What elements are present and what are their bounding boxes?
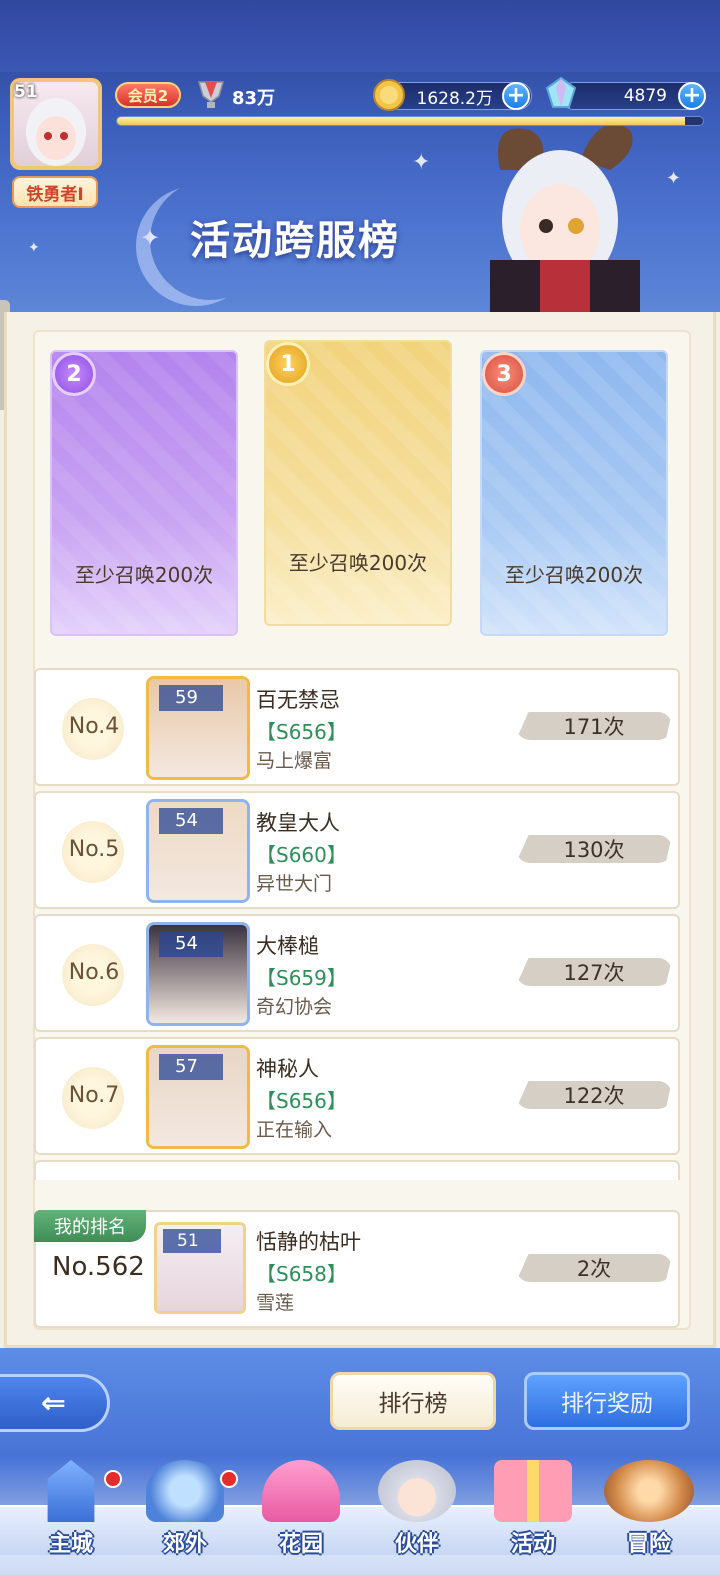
- ranking-row[interactable]: No.7 57 神秘人 【S656】 正在输入 122次: [34, 1037, 680, 1155]
- exp-bar: [116, 116, 704, 126]
- header-banner: ✦ ✦ ✦ ✦ 活动跨服榜: [0, 0, 720, 312]
- nav-adventure[interactable]: 冒险: [594, 1460, 704, 1570]
- nav-label: 伙伴: [394, 1532, 439, 1557]
- add-coins-button[interactable]: +: [502, 82, 530, 110]
- rank-number: No.7: [68, 1083, 120, 1108]
- notification-dot: [104, 1470, 122, 1488]
- ranking-row-partial[interactable]: [34, 1160, 680, 1180]
- rank-medal-icon: 1: [266, 342, 310, 386]
- summon-count: 130次: [516, 835, 672, 863]
- player-level: 57: [159, 1054, 223, 1080]
- podium-requirement: 至少召唤200次: [74, 563, 214, 587]
- player-guild: 奇幻协会: [256, 996, 333, 1018]
- rank-medal-icon: 3: [482, 352, 526, 396]
- partner-icon: [378, 1460, 456, 1522]
- my-level: 51: [163, 1229, 221, 1253]
- ranking-row[interactable]: No.6 54 大棒槌 【S659】 奇幻协会 127次: [34, 914, 680, 1032]
- player-name: 大棒槌: [256, 934, 319, 958]
- coin-icon: [373, 79, 405, 111]
- player-guild: 马上爆富: [256, 750, 333, 772]
- player-server: 【S659】: [256, 966, 347, 990]
- player-portrait[interactable]: 54: [146, 922, 250, 1026]
- player-portrait[interactable]: 54: [146, 799, 250, 903]
- player-name: 百无禁忌: [256, 688, 340, 712]
- nav-partners[interactable]: 伙伴: [362, 1460, 472, 1570]
- heart-icon: [262, 1460, 340, 1522]
- ranking-row[interactable]: No.4 59 百无禁忌 【S656】 马上爆富 171次: [34, 668, 680, 786]
- player-level: 54: [159, 808, 223, 834]
- summon-count: 122次: [516, 1081, 672, 1109]
- my-server: 【S658】: [256, 1262, 347, 1286]
- compass-icon: [604, 1460, 694, 1522]
- rank-number: No.4: [68, 714, 120, 739]
- avatar-level: 51: [14, 82, 38, 102]
- my-rank-tag: 我的排名: [34, 1210, 146, 1242]
- nav-label: 主城: [48, 1532, 93, 1557]
- trophy-icon: [198, 81, 224, 108]
- my-guild: 雪莲: [256, 1292, 295, 1314]
- vip-badge[interactable]: 会员2: [115, 82, 181, 108]
- coin-amount: 1628.2万: [416, 88, 493, 109]
- exp-bar-fill: [117, 117, 686, 125]
- nav-label: 花园: [278, 1532, 323, 1557]
- nav-label: 冒险: [626, 1532, 671, 1557]
- ranking-rewards-button[interactable]: 排行奖励: [524, 1372, 690, 1430]
- player-portrait[interactable]: 59: [146, 676, 250, 780]
- nav-events[interactable]: 活动: [478, 1460, 588, 1570]
- player-guild: 正在输入: [256, 1119, 333, 1141]
- my-portrait[interactable]: 51: [154, 1222, 246, 1314]
- player-name: 教皇大人: [256, 811, 340, 835]
- summon-count: 127次: [516, 958, 672, 986]
- back-button[interactable]: ⇐: [0, 1374, 110, 1432]
- player-title-badge[interactable]: 铁勇者I: [12, 176, 98, 208]
- ranking-list[interactable]: No.4 59 百无禁忌 【S656】 马上爆富 171次 No.5 54 教皇…: [34, 668, 682, 1180]
- nav-garden[interactable]: 花园: [246, 1460, 356, 1570]
- star-decoration: ✦: [412, 150, 431, 175]
- my-rank-row[interactable]: 我的排名 No.562 51 恬静的枯叶 【S658】 雪莲 2次: [34, 1210, 680, 1328]
- rank-number: No.5: [68, 837, 120, 862]
- my-summon-count: 2次: [516, 1254, 672, 1282]
- summon-count: 171次: [516, 712, 672, 740]
- podium-requirement: 至少召唤200次: [504, 563, 644, 587]
- top-status-band: [0, 0, 720, 72]
- gift-icon: [494, 1460, 572, 1522]
- player-guild: 异世大门: [256, 873, 333, 895]
- gem-amount: 4879: [623, 86, 667, 106]
- page-title: 活动跨服榜: [190, 218, 400, 264]
- player-server: 【S660】: [256, 843, 347, 867]
- ranking-tab-button[interactable]: 排行榜: [330, 1372, 496, 1430]
- castle-icon: [47, 1460, 95, 1522]
- power-value: 83万: [232, 88, 276, 109]
- player-server: 【S656】: [256, 1089, 347, 1113]
- player-server: 【S656】: [256, 720, 347, 744]
- rank-number: No.6: [68, 960, 120, 985]
- gem-icon: [545, 76, 577, 108]
- my-rank-number: No.562: [52, 1252, 145, 1282]
- my-name: 恬静的枯叶: [256, 1230, 361, 1254]
- nav-label: 活动: [510, 1532, 555, 1557]
- player-level: 54: [159, 931, 223, 957]
- nav-label: 郊外: [162, 1532, 207, 1557]
- podium-requirement: 至少召唤200次: [288, 551, 428, 575]
- player-level: 59: [159, 685, 223, 711]
- heroine-illustration: [490, 124, 640, 312]
- ranking-row[interactable]: No.5 54 教皇大人 【S660】 异世大门 130次: [34, 791, 680, 909]
- notification-dot: [220, 1470, 238, 1488]
- rank-medal-icon: 2: [52, 352, 96, 396]
- add-gems-button[interactable]: +: [678, 82, 706, 110]
- player-portrait[interactable]: 57: [146, 1045, 250, 1149]
- portal-icon: [146, 1460, 224, 1522]
- player-name: 神秘人: [256, 1057, 319, 1081]
- back-arrow-icon: ⇐: [40, 1385, 67, 1421]
- star-decoration: ✦: [28, 240, 40, 256]
